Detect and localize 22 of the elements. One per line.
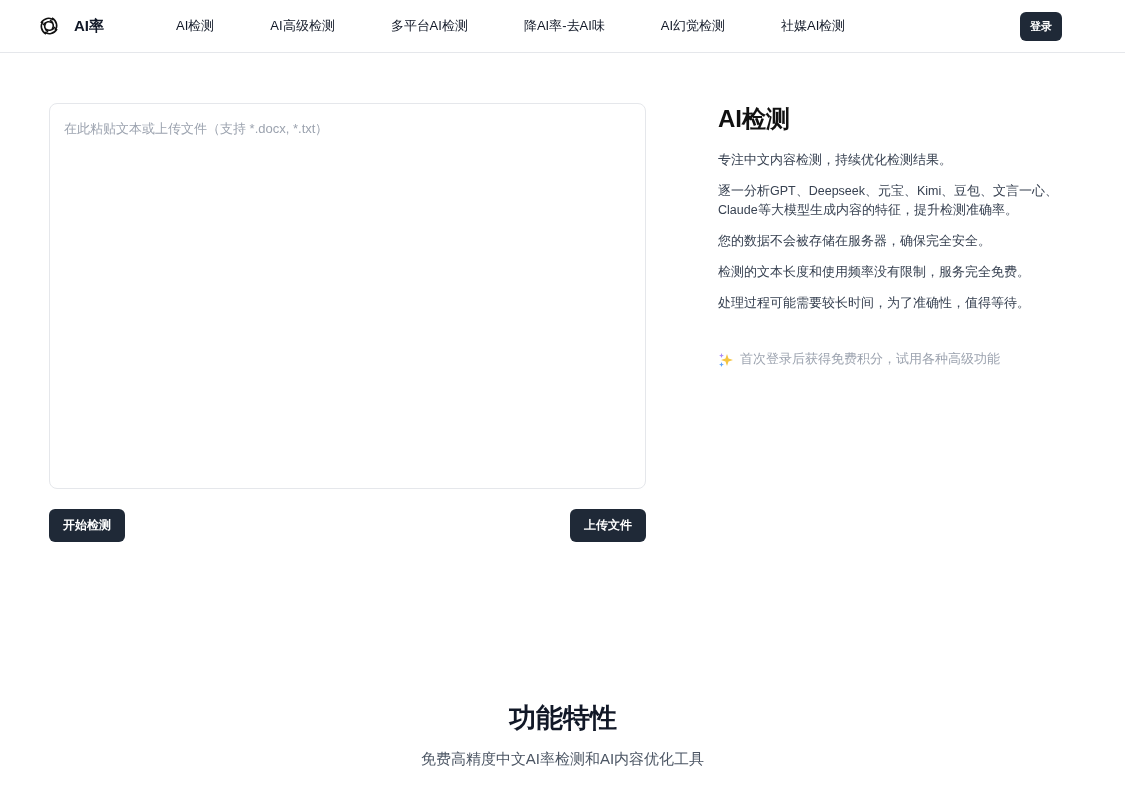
start-detect-button[interactable]: 开始检测 bbox=[49, 509, 125, 542]
brand-name: AI率 bbox=[74, 16, 104, 36]
logo-icon bbox=[38, 15, 60, 37]
features-title: 功能特性 bbox=[508, 702, 617, 735]
nav-link[interactable]: AI高级检测 bbox=[270, 17, 335, 35]
nav-link[interactable]: AI检测 bbox=[176, 17, 215, 35]
tip-text: 首次登录后获得免费积分，试用各种高级功能 bbox=[740, 351, 1000, 368]
features-subtitle: 免费高精度中文AI率检测和AI内容优化工具 bbox=[420, 750, 705, 769]
upload-file-button[interactable]: 上传文件 bbox=[570, 509, 646, 542]
nav-link[interactable]: 多平台AI检测 bbox=[390, 17, 468, 35]
section-title: AI检测 bbox=[718, 104, 791, 134]
login-button[interactable]: 登录 bbox=[1020, 11, 1062, 41]
info-paragraph: 专注中文内容检测，持续优化检测结果。 bbox=[718, 152, 953, 169]
info-paragraph: 逐一分析GPT、Deepseek、元宝、Kimi、豆包、文言一心、Claude等大模型生成内容的特征，提升检测准确率。 bbox=[718, 183, 1060, 219]
info-paragraph: 检测的文本长度和使用频率没有限制，服务完全免费。 bbox=[718, 264, 1031, 281]
text-input-field[interactable]: 在此粘贴文本或上传文件（支持 *.docx, *.txt） bbox=[49, 103, 646, 489]
nav-link[interactable]: AI幻觉检测 bbox=[660, 17, 726, 35]
nav-link[interactable]: 降AI率-去AI味 bbox=[523, 17, 605, 35]
info-paragraph: 处理过程可能需要较长时间，为了准确性，值得等待。 bbox=[718, 295, 1031, 312]
info-paragraph: 您的数据不会被存储在服务器，确保完全安全。 bbox=[718, 233, 992, 250]
nav-link[interactable]: 社媒AI检测 bbox=[781, 17, 846, 35]
sparkle-icon bbox=[718, 351, 734, 368]
